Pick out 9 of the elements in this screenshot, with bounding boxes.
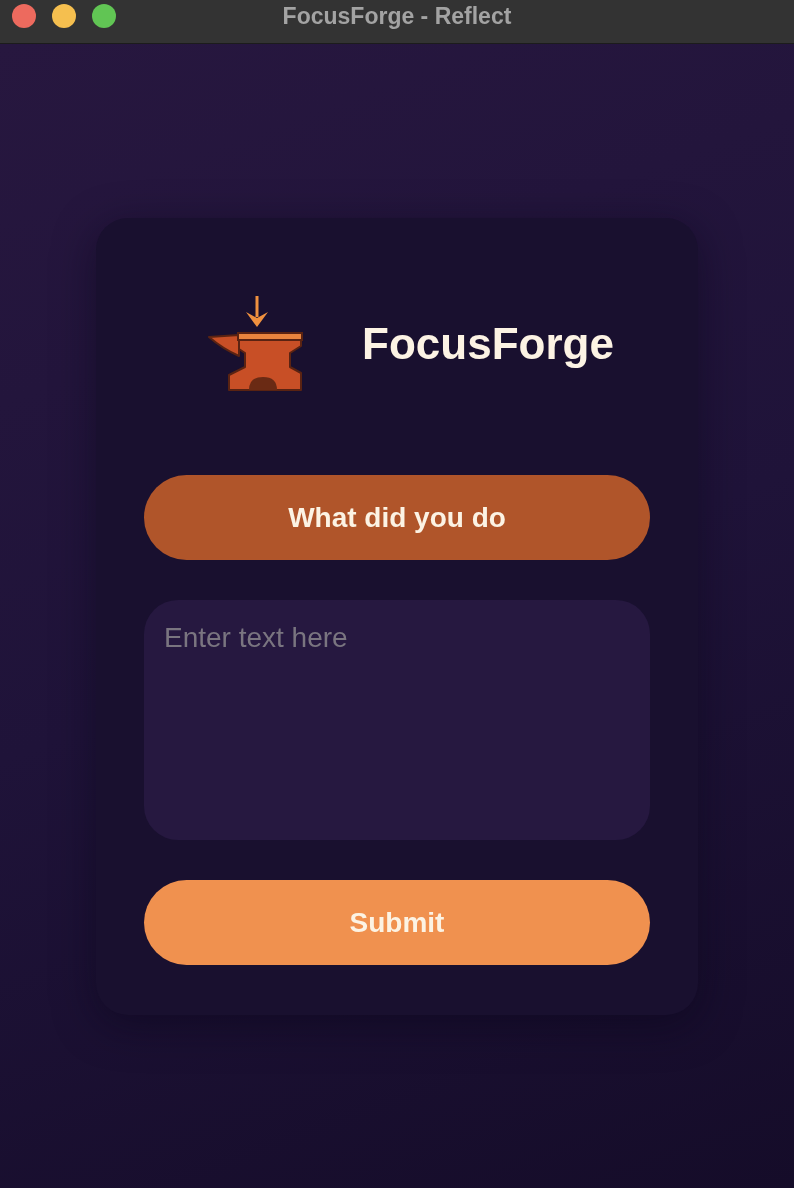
question-label: What did you do — [144, 475, 650, 560]
maximize-button[interactable] — [92, 4, 116, 28]
anvil-icon — [208, 295, 304, 392]
submit-button[interactable]: Submit — [144, 880, 650, 965]
minimize-button[interactable] — [52, 4, 76, 28]
app-name: FocusForge — [362, 317, 614, 370]
window-title: FocusForge - Reflect — [282, 3, 512, 29]
close-button[interactable] — [12, 4, 36, 28]
text-entry-field[interactable]: Enter text here — [144, 600, 650, 840]
